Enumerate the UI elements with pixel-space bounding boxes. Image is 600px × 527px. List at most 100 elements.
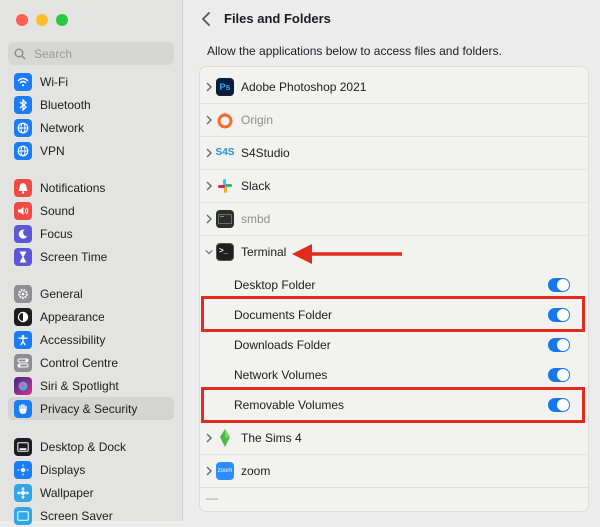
sidebar: Wi-Fi Bluetooth Network VPN Notifi — [0, 0, 183, 525]
chevron-right-icon[interactable] — [205, 433, 213, 443]
desktop-folder-toggle[interactable] — [548, 278, 570, 292]
sidebar-item-label: Wi-Fi — [40, 74, 68, 89]
app-row-slack[interactable]: Slack — [200, 169, 588, 203]
sidebar-item-label: Screen Time — [40, 249, 108, 264]
red-arrow-icon — [292, 244, 402, 264]
sidebar-item-vpn[interactable]: VPN — [8, 139, 174, 162]
photoshop-icon: Ps — [216, 77, 234, 96]
app-row-origin[interactable]: Origin — [200, 103, 588, 137]
appearance-icon — [14, 307, 32, 326]
app-label: zoom — [241, 463, 271, 478]
wifi-icon — [14, 72, 32, 91]
sidebar-item-label: Bluetooth — [40, 97, 91, 112]
sidebar-item-bluetooth[interactable]: Bluetooth — [8, 93, 174, 116]
sidebar-group-network: Wi-Fi Bluetooth Network VPN — [8, 70, 174, 162]
sidebar-item-label: General — [40, 286, 83, 301]
search-icon — [14, 48, 26, 59]
close-window-button[interactable] — [16, 14, 28, 26]
bell-icon — [14, 178, 32, 197]
moon-icon — [14, 224, 32, 243]
speaker-icon — [14, 201, 32, 220]
globe-icon — [14, 118, 32, 137]
permission-label: Downloads Folder — [234, 338, 331, 352]
bluetooth-icon — [14, 95, 32, 114]
screensaver-icon — [14, 506, 32, 525]
app-label: S4Studio — [241, 145, 290, 160]
sidebar-item-general[interactable]: General — [8, 282, 174, 305]
vpn-globe-icon — [14, 141, 32, 160]
sidebar-item-control-centre[interactable]: Control Centre — [8, 351, 174, 374]
footer-divider — [200, 487, 588, 488]
sidebar-item-label: Sound — [40, 203, 75, 218]
window-controls — [16, 14, 68, 26]
sidebar-item-screen-saver[interactable]: Screen Saver — [8, 504, 174, 527]
terminal-icon: >_ — [216, 242, 234, 261]
app-label: Adobe Photoshop 2021 — [241, 79, 367, 94]
page-subtitle: Allow the applications below to access f… — [207, 44, 502, 58]
sidebar-item-appearance[interactable]: Appearance — [8, 305, 174, 328]
sidebar-item-network[interactable]: Network — [8, 116, 174, 139]
sidebar-item-label: Screen Saver — [40, 508, 113, 523]
control-centre-icon — [14, 353, 32, 372]
sidebar-item-label: Accessibility — [40, 332, 106, 347]
chevron-right-icon[interactable] — [205, 181, 213, 191]
sidebar-item-label: Appearance — [40, 309, 105, 324]
wallpaper-icon — [14, 483, 32, 502]
chevron-right-icon[interactable] — [205, 214, 213, 224]
terminal-exec-icon — [216, 209, 234, 228]
main-pane: Files and Folders Allow the applications… — [183, 0, 600, 521]
zoom-icon: zoom — [216, 461, 234, 480]
permission-row-network-volumes: Network Volumes — [200, 360, 588, 390]
slack-icon — [216, 177, 234, 195]
sidebar-item-displays[interactable]: Displays — [8, 458, 174, 481]
app-label: The Sims 4 — [241, 430, 302, 445]
chevron-down-icon[interactable] — [205, 247, 213, 257]
app-row-photoshop[interactable]: Ps Adobe Photoshop 2021 — [200, 70, 588, 104]
permission-label: Desktop Folder — [234, 278, 316, 292]
search-field[interactable] — [8, 42, 174, 65]
sidebar-item-screen-time[interactable]: Screen Time — [8, 245, 174, 268]
remove-button[interactable]: — — [206, 491, 218, 505]
sidebar-item-wifi[interactable]: Wi-Fi — [8, 70, 174, 93]
sidebar-item-wallpaper[interactable]: Wallpaper — [8, 481, 174, 504]
permission-label: Network Volumes — [234, 368, 328, 382]
sidebar-group-notifications: Notifications Sound Focus Screen Time — [8, 176, 174, 268]
app-row-sims4[interactable]: The Sims 4 — [200, 421, 588, 455]
origin-icon — [216, 111, 234, 129]
app-label: smbd — [241, 211, 271, 226]
sidebar-item-desktop-dock[interactable]: Desktop & Dock — [8, 435, 174, 458]
sidebar-item-label: Control Centre — [40, 355, 119, 370]
highlight-box-removable — [201, 387, 585, 423]
chevron-right-icon[interactable] — [205, 148, 213, 158]
app-label: Origin — [241, 112, 274, 127]
network-volumes-toggle[interactable] — [548, 368, 570, 382]
sidebar-item-accessibility[interactable]: Accessibility — [8, 328, 174, 351]
s4studio-icon: S4S — [215, 147, 235, 158]
app-row-s4studio[interactable]: S4S S4Studio — [200, 136, 588, 170]
highlight-box-documents — [201, 296, 585, 332]
gear-icon — [14, 284, 32, 303]
app-row-zoom[interactable]: zoom zoom — [200, 454, 588, 488]
zoom-window-button[interactable] — [56, 14, 68, 26]
search-input[interactable] — [32, 45, 166, 62]
permission-row-downloads: Downloads Folder — [200, 330, 588, 360]
sidebar-item-label: Wallpaper — [40, 485, 94, 500]
sidebar-item-label: VPN — [40, 143, 65, 158]
sidebar-item-notifications[interactable]: Notifications — [8, 176, 174, 199]
chevron-right-icon[interactable] — [205, 82, 213, 92]
sidebar-item-label: Desktop & Dock — [40, 439, 127, 454]
hourglass-icon — [14, 247, 32, 266]
sidebar-item-privacy-security[interactable]: Privacy & Security — [8, 397, 174, 420]
downloads-folder-toggle[interactable] — [548, 338, 570, 352]
chevron-right-icon[interactable] — [205, 115, 213, 125]
sidebar-item-sound[interactable]: Sound — [8, 199, 174, 222]
accessibility-icon — [14, 330, 32, 349]
minimize-window-button[interactable] — [36, 14, 48, 26]
sims-plumbob-icon — [216, 428, 234, 447]
chevron-right-icon[interactable] — [205, 466, 213, 476]
back-chevron-icon[interactable] — [199, 11, 215, 27]
app-row-smbd[interactable]: smbd — [200, 202, 588, 236]
app-label: Terminal — [241, 244, 287, 259]
sidebar-item-siri-spotlight[interactable]: Siri & Spotlight — [8, 374, 174, 397]
sidebar-item-focus[interactable]: Focus — [8, 222, 174, 245]
